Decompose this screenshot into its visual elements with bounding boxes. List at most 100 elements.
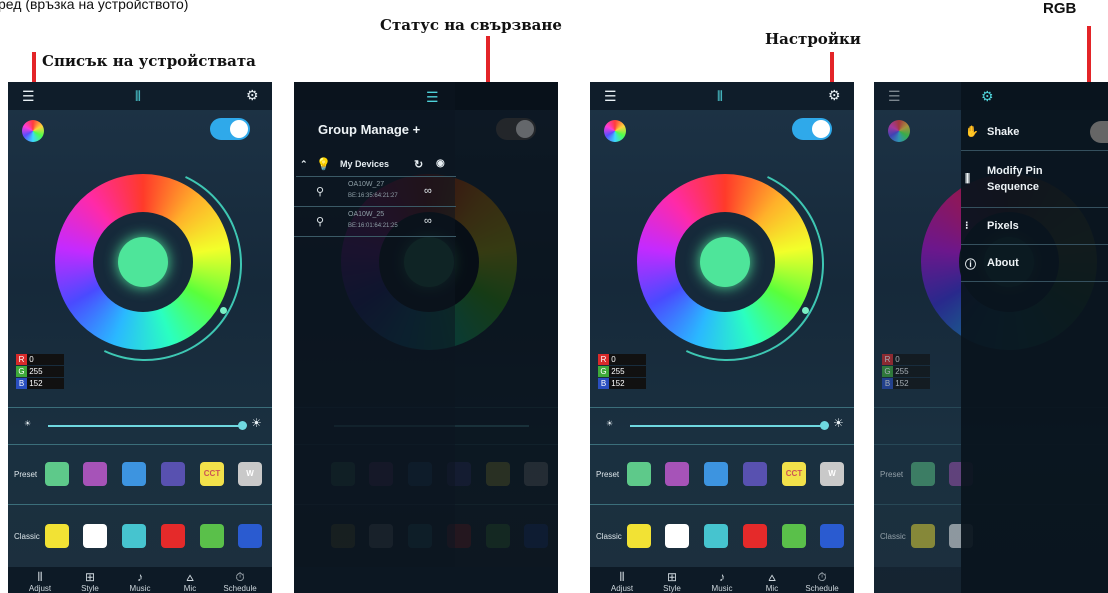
classic-swatch-2[interactable] [83, 524, 107, 548]
preset-label: Preset [14, 470, 38, 479]
link-icon: ∞ [424, 215, 432, 227]
power-toggle[interactable] [792, 118, 832, 140]
classic-swatch-5[interactable] [200, 524, 224, 548]
gear-icon[interactable]: ⚙ [246, 88, 259, 102]
classic-label: Classic [596, 532, 622, 541]
brightness-high-icon: ☀ [833, 416, 844, 430]
sliders-icon[interactable]: ⫴ [717, 89, 723, 103]
preset-cct[interactable]: CCT [782, 462, 806, 486]
device-list-icon[interactable]: ☰ [22, 89, 35, 103]
tab-style[interactable]: ⊞ Style [652, 571, 692, 593]
annotation-connection-status: Статус на свързване [380, 16, 562, 34]
top-bar: ☰ ⫴ ⚙ [8, 82, 272, 110]
preset-cct[interactable]: CCT [200, 462, 224, 486]
tab-schedule[interactable]: ⏱ Schedule [220, 571, 260, 593]
color-wheel[interactable] [637, 174, 813, 350]
classic-swatch-2[interactable] [665, 524, 689, 548]
phone-screen-3: ☰ ⫴ ⚙ R 0 G 255 B 152 ☀ ☀ Preset CCT W C… [590, 82, 854, 593]
tab-mic[interactable]: ⩟ Mic [170, 571, 210, 593]
tab-adjust[interactable]: ⫴ Adjust [602, 571, 642, 593]
mic-icon: ⩟ [768, 570, 776, 584]
preset-swatch-1[interactable] [627, 462, 651, 486]
tab-music[interactable]: ♪ Music [702, 571, 742, 593]
ring-knob[interactable] [220, 307, 227, 314]
brightness-slider-thumb[interactable] [820, 421, 829, 430]
classic-swatch-3[interactable] [704, 524, 728, 548]
tab-adjust[interactable]: ⫴ Adjust [20, 571, 60, 593]
grid-icon: ⊞ [84, 570, 96, 584]
preset-swatch-4[interactable] [743, 462, 767, 486]
preset-label: Preset [596, 470, 620, 479]
sliders-icon[interactable]: ⫴ [135, 89, 141, 103]
rgb-b: B 152 [598, 378, 646, 389]
preset-swatch-3[interactable] [122, 462, 146, 486]
brightness-low-icon: ☀ [606, 419, 614, 428]
brightness-slider[interactable] [630, 425, 825, 427]
menu-item-shake[interactable]: ✋ Shake [961, 114, 1108, 151]
color-picker-icon[interactable] [604, 120, 626, 142]
menu-item-pixels[interactable]: ⁝ Pixels [961, 208, 1108, 245]
clock-icon: ⏱ [235, 570, 245, 584]
rgb-g: G 255 [16, 366, 64, 377]
classic-swatch-4[interactable] [161, 524, 185, 548]
tab-mic[interactable]: ⩟ Mic [752, 571, 792, 593]
chevron-up-icon: ⌃ [300, 159, 308, 169]
tab-music[interactable]: ♪ Music [120, 571, 160, 593]
add-group-button[interactable]: + [413, 122, 421, 137]
shake-toggle[interactable] [1090, 121, 1108, 143]
selected-color [118, 237, 168, 287]
preset-swatch-2[interactable] [83, 462, 107, 486]
power-toggle[interactable] [210, 118, 250, 140]
classic-swatch-1[interactable] [627, 524, 651, 548]
brightness-low-icon: ☀ [24, 419, 32, 428]
classic-swatch-3[interactable] [122, 524, 146, 548]
classic-swatch-6[interactable] [820, 524, 844, 548]
bottom-tab-bar: ⫴ Adjust ⊞ Style ♪ Music ⩟ Mic ⏱ Schedule [590, 567, 854, 593]
preset-swatch-3[interactable] [704, 462, 728, 486]
device-list-icon[interactable]: ☰ [888, 89, 901, 103]
preset-swatch-1[interactable] [45, 462, 69, 486]
rgb-g: G 255 [598, 366, 646, 377]
sliders-icon: ⫴ [619, 570, 625, 584]
classic-swatch-4[interactable] [743, 524, 767, 548]
classic-swatch-1[interactable] [45, 524, 69, 548]
tab-style[interactable]: ⊞ Style [70, 571, 110, 593]
device-row[interactable]: ⚲ OA10W_25 BE:16:01:64:21:25 ∞ [294, 208, 456, 237]
classic-swatch-6[interactable] [238, 524, 262, 548]
bottom-tab-bar: ⫴ Adjust ⊞ Style ♪ Music ⩟ Mic ⏱ Schedule [8, 567, 272, 593]
refresh-icon[interactable]: ↻ [414, 158, 423, 171]
device-list-icon[interactable]: ☰ [604, 89, 617, 103]
shake-icon: ✋ [965, 126, 979, 138]
rgb-b: B 152 [16, 378, 64, 389]
bulb-icon: ⚲ [316, 216, 325, 228]
brightness-slider[interactable] [48, 425, 243, 427]
phone-screen-4: ☰ R 0 G 255 B 152 Preset Classic ⚙ ✋ Shak… [874, 82, 1108, 593]
ring-knob[interactable] [802, 307, 809, 314]
sliders-icon: ⫴ [37, 570, 43, 584]
preset-white[interactable]: W [820, 462, 844, 486]
preset-white[interactable]: W [238, 462, 262, 486]
device-list-icon[interactable]: ☰ [426, 90, 439, 104]
phone-screen-1: ☰ ⫴ ⚙ R 0 G 255 B 152 ☀ ☀ Preset CCT W C… [8, 82, 272, 593]
device-row[interactable]: ⚲ OA10W_27 BE:16:35:64:21:27 ∞ [294, 178, 456, 207]
tab-schedule[interactable]: ⏱ Schedule [802, 571, 842, 593]
classic-swatch-5[interactable] [782, 524, 806, 548]
my-devices-header[interactable]: ⌃ 💡 My Devices ↻ ◉ [296, 152, 456, 177]
bulb-status-icon: ◉ [436, 158, 445, 169]
color-picker-icon[interactable] [22, 120, 44, 142]
brightness-slider-thumb[interactable] [238, 421, 247, 430]
annotation-device-list: Списък на устройствата [42, 52, 256, 70]
mic-icon: ⩟ [186, 570, 194, 584]
gear-icon[interactable]: ⚙ [828, 88, 841, 102]
preset-swatch-2[interactable] [665, 462, 689, 486]
grid-icon: ⊞ [666, 570, 678, 584]
menu-item-pin-sequence[interactable]: ⫼ Modify Pin Sequence [961, 151, 1108, 208]
rgb-r: R 0 [16, 354, 64, 365]
music-icon: ♪ [719, 570, 725, 584]
music-icon: ♪ [137, 570, 143, 584]
gear-icon[interactable]: ⚙ [981, 89, 994, 103]
menu-item-about[interactable]: ⓘ About [961, 245, 1108, 282]
color-wheel[interactable] [55, 174, 231, 350]
preset-swatch-4[interactable] [161, 462, 185, 486]
brightness-high-icon: ☀ [251, 416, 262, 430]
